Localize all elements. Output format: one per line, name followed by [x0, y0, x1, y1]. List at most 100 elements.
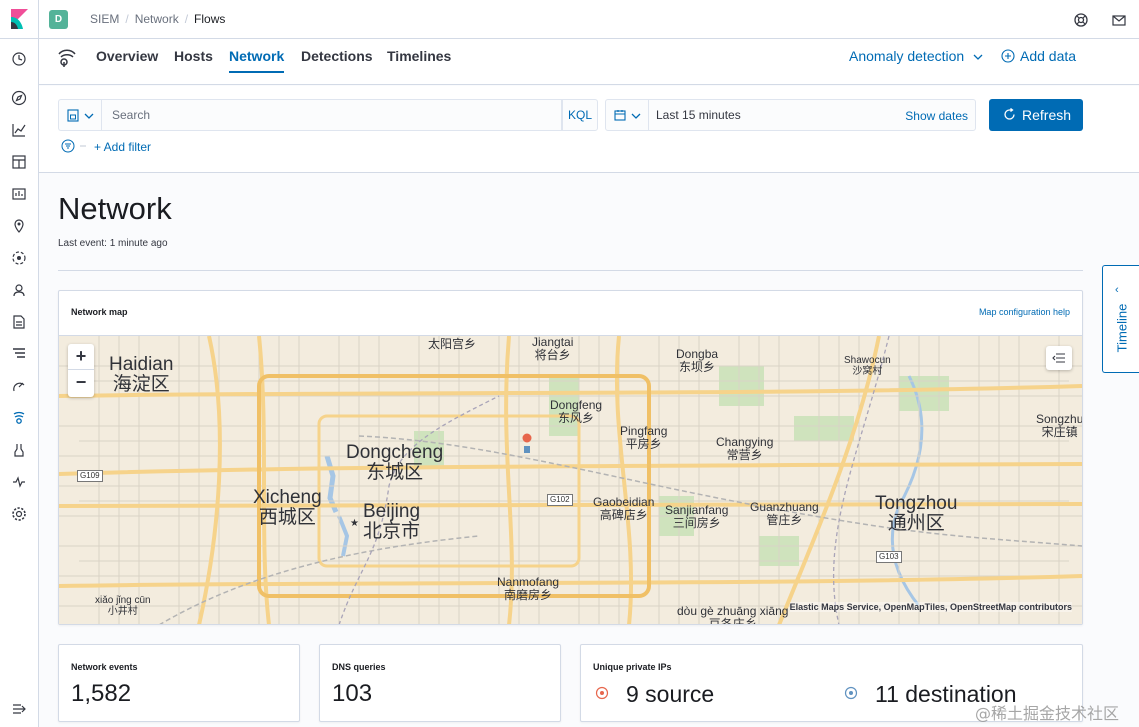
- map-tiles: ★: [59, 336, 1082, 624]
- network-map-panel: Network map Map configuration help ★ Hai…: [58, 290, 1083, 625]
- last-event-text: Last event: 1 minute ago: [58, 238, 168, 249]
- map-label-beijing: Beijing 北京市: [363, 501, 421, 542]
- query-language-button[interactable]: KQL: [562, 99, 598, 131]
- timeline-label: Timeline: [1114, 303, 1130, 353]
- side-nav-rail: [0, 0, 39, 727]
- space-avatar[interactable]: D: [49, 10, 68, 29]
- uptime-icon[interactable]: [11, 378, 27, 394]
- map-label-sanjianfang: Sanjianfang 三间房乡: [665, 503, 729, 530]
- refresh-icon: [1004, 107, 1015, 120]
- map-label-taiyang: 太阳宫乡: [428, 337, 477, 351]
- destination-ip-icon: [844, 686, 858, 700]
- search-input[interactable]: [101, 99, 562, 131]
- tab-timelines[interactable]: Timelines: [387, 48, 451, 64]
- zoom-out-button[interactable]: −: [68, 370, 94, 396]
- infrastructure-icon[interactable]: [11, 282, 27, 298]
- source-ip-icon: [595, 686, 609, 700]
- tab-hosts[interactable]: Hosts: [174, 48, 213, 64]
- chevron-down-icon: [84, 113, 94, 119]
- road-sign-g102: G102: [547, 494, 573, 506]
- rail-divider: [0, 38, 39, 39]
- breadcrumb-flows: Flows: [194, 12, 226, 26]
- recent-clock-icon[interactable]: [11, 51, 27, 67]
- map-label-songzhuang: Songzhu 宋庄镇: [1036, 412, 1082, 439]
- add-filter-button[interactable]: + Add filter: [94, 140, 151, 154]
- help-lifebuoy-icon[interactable]: [1073, 12, 1089, 28]
- show-dates-link[interactable]: Show dates: [905, 109, 968, 123]
- breadcrumb: SIEM / Network / Flows: [90, 12, 226, 26]
- map-label-nanmofang: Nanmofang 南磨房乡: [497, 575, 560, 602]
- refresh-button[interactable]: Refresh: [989, 99, 1083, 131]
- chevron-down-icon: [631, 113, 641, 119]
- query-bar: KQL Last 15 minutes Show dates Refresh +…: [39, 86, 1139, 173]
- map-label-guanzhuang: Guanzhuang 管庄乡: [750, 500, 819, 527]
- timeline-flyout-button[interactable]: ‹ Timeline: [1102, 265, 1139, 373]
- network-events-panel: Network events 1,582: [58, 644, 300, 722]
- management-gear-icon[interactable]: [11, 506, 27, 522]
- network-map-title: Network map: [71, 307, 128, 317]
- collapse-nav-icon[interactable]: [11, 701, 27, 717]
- network-events-label: Network events: [71, 662, 138, 672]
- saved-query-button[interactable]: [58, 99, 102, 131]
- quick-select-button[interactable]: [606, 100, 649, 130]
- title-divider: [58, 270, 1083, 271]
- network-events-value: 1,582: [71, 680, 132, 707]
- tab-detections[interactable]: Detections: [301, 48, 373, 64]
- map-label-tongzhou: Tongzhou 通州区: [875, 493, 958, 534]
- dns-queries-label: DNS queries: [332, 662, 386, 672]
- map-attribution[interactable]: Elastic Maps Service, OpenMapTiles, Open…: [789, 602, 1072, 612]
- time-range-label[interactable]: Last 15 minutes: [656, 108, 741, 122]
- stack-monitoring-icon[interactable]: [11, 474, 27, 490]
- kibana-logo-icon[interactable]: [11, 9, 28, 29]
- map-label-xiaojingcun: xiǎo jǐng cūn 小井村: [95, 595, 151, 617]
- chevron-down-icon: [973, 54, 983, 60]
- map-label-dongba: Dongba 东坝乡: [676, 347, 719, 374]
- map-label-douge: dòu gè zhuāng xiāng 豆各庄乡: [677, 604, 789, 624]
- layer-control-button[interactable]: [1046, 346, 1072, 370]
- maps-pin-icon[interactable]: [11, 218, 27, 234]
- unique-private-ips-label: Unique private IPs: [593, 662, 672, 672]
- discover-compass-icon[interactable]: [11, 90, 27, 106]
- map-label-haidian: Haidian 海淀区: [109, 354, 174, 395]
- calendar-icon: [614, 110, 626, 121]
- filter-menu-icon[interactable]: [61, 139, 97, 155]
- newsfeed-mail-icon[interactable]: [1111, 12, 1127, 28]
- breadcrumb-network[interactable]: Network: [135, 12, 179, 26]
- breadcrumb-siem[interactable]: SIEM: [90, 12, 119, 26]
- canvas-icon[interactable]: [11, 186, 27, 202]
- svg-text:★: ★: [350, 518, 359, 529]
- road-sign-g103: G103: [876, 551, 902, 563]
- ml-icon[interactable]: [11, 250, 27, 266]
- tab-overview[interactable]: Overview: [96, 48, 158, 64]
- map-configuration-help-link[interactable]: Map configuration help: [979, 307, 1070, 317]
- menu-left-icon: [1052, 353, 1065, 363]
- anomaly-detection-button[interactable]: Anomaly detection: [849, 48, 983, 64]
- map-label-dongcheng: Dongcheng 东城区: [346, 442, 444, 483]
- map-label-jiangtai: Jiangtai 将台乡: [532, 335, 574, 362]
- add-data-button[interactable]: Add data: [1001, 48, 1076, 64]
- watermark: @稀土掘金技术社区: [975, 704, 1120, 723]
- map-label-dongfeng: Dongfeng 东风乡: [550, 398, 603, 425]
- top-header: D SIEM / Network / Flows: [39, 0, 1139, 39]
- dev-tools-icon[interactable]: [11, 442, 27, 458]
- map-label-shawocun: Shawocun 沙窝村: [844, 355, 891, 377]
- siem-nav: Overview Hosts Network Detections Timeli…: [39, 39, 1139, 85]
- visualize-chart-icon[interactable]: [11, 122, 27, 138]
- map-label-xicheng: Xicheng 西城区: [253, 487, 322, 528]
- save-icon: [67, 109, 79, 122]
- zoom-control: + −: [68, 344, 94, 397]
- logs-icon[interactable]: [11, 314, 27, 330]
- apm-icon[interactable]: [11, 346, 27, 362]
- plus-circle-icon: [1001, 49, 1015, 63]
- map-label-gaobeidian: Gaobeidian 高碑店乡: [593, 495, 655, 522]
- map-canvas[interactable]: ★ Haidian 海淀区 Dongcheng 东城区 Xicheng 西城区 …: [59, 335, 1082, 624]
- map-label-pingfang: Pingfang 平房乡: [620, 424, 668, 451]
- tab-network[interactable]: Network: [229, 48, 285, 73]
- zoom-in-button[interactable]: +: [68, 344, 94, 370]
- siem-app-icon: [58, 49, 76, 67]
- dashboard-icon[interactable]: [11, 154, 27, 170]
- map-label-changying: Changying 常营乡: [716, 435, 774, 462]
- date-picker: Last 15 minutes Show dates: [605, 99, 976, 131]
- siem-icon[interactable]: [11, 410, 27, 426]
- dns-queries-value: 103: [332, 680, 373, 707]
